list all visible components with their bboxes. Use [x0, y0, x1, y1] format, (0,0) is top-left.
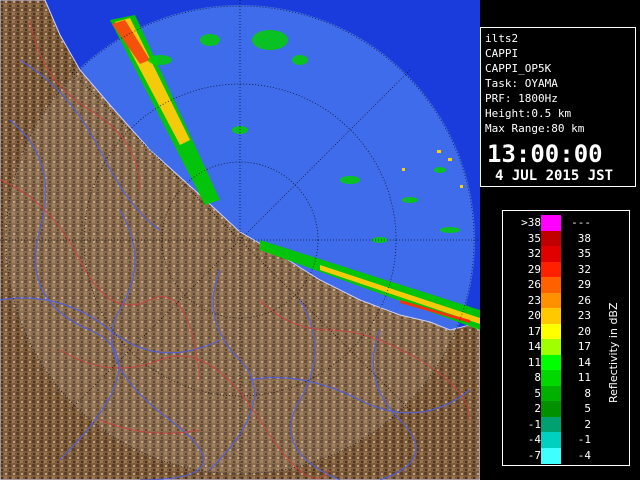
station-name: ilts2: [485, 32, 519, 45]
legend-high-value: 29: [577, 278, 591, 291]
legend-high-value: 14: [577, 355, 591, 369]
legend-row: 20 23: [503, 308, 603, 324]
product-type: CAPPI: [485, 47, 519, 60]
legend-row: 58: [503, 385, 603, 402]
legend-color-swatch: [541, 385, 561, 402]
legend-color-swatch: [541, 447, 561, 464]
legend-row: -1 2: [503, 416, 603, 433]
legend-high-value: 26: [577, 293, 591, 307]
legend-row: 23 26: [503, 292, 603, 309]
radar-info-panel: ilts2 CAPPI CAPPI_OP5K Task: OYAMA PRF: …: [480, 27, 636, 187]
legend-color-swatch: [541, 230, 561, 247]
legend-color-swatch: [541, 416, 561, 433]
legend-high-value: 23: [577, 309, 591, 322]
legend-row: -7 -4: [503, 447, 603, 464]
legend-high-value: 2: [584, 417, 591, 431]
legend-high-value: 38: [577, 231, 591, 245]
legend-high-value: -1: [577, 433, 591, 446]
legend-low-value: 17: [527, 324, 541, 338]
legend-low-value: >38: [521, 216, 541, 229]
height-value: Height:0.5 km: [485, 107, 572, 120]
legend-row: 26 29: [503, 277, 603, 293]
legend-high-value: 11: [577, 371, 591, 384]
max-range-value: Max Range:80 km: [485, 122, 585, 135]
legend-color-swatch: [541, 401, 561, 417]
legend-color-swatch: [541, 277, 561, 293]
legend-color-swatch: [541, 432, 561, 448]
observation-date: 4 JUL 2015 JST: [495, 168, 614, 184]
legend-high-value: 17: [577, 340, 591, 353]
legend-high-value: ---: [571, 216, 591, 229]
legend-title: Reflectivity in dBZ: [607, 302, 620, 403]
legend-low-value: -4: [527, 433, 541, 446]
legend-row: 11 14: [503, 354, 603, 371]
legend-color-swatch: [541, 354, 561, 371]
legend-low-value: 8: [534, 371, 541, 384]
legend-color-swatch: [541, 215, 561, 231]
legend-row: 14 17: [503, 339, 603, 355]
legend-high-value: 5: [584, 402, 591, 415]
legend-row: 17 20: [503, 323, 603, 340]
product-id: CAPPI_OP5K: [485, 62, 552, 75]
legend-row: 8 11: [503, 370, 603, 386]
legend-row: 32 35: [503, 246, 603, 262]
legend-color-swatch: [541, 308, 561, 324]
legend-low-value: -1: [527, 417, 541, 431]
legend-row: 35 38: [503, 230, 603, 247]
legend-row: >38 ---: [503, 215, 603, 231]
legend-high-value: 35: [577, 247, 591, 260]
legend-low-value: 5: [534, 386, 541, 400]
legend-row: -4 -1: [503, 432, 603, 448]
legend-low-value: 35: [527, 231, 541, 245]
legend-color-swatch: [541, 261, 561, 278]
legend-low-value: -7: [527, 448, 541, 462]
legend-high-value: -4: [577, 448, 591, 462]
legend-row: 29 32: [503, 261, 603, 278]
legend-color-swatch: [541, 370, 561, 386]
observation-time: 13:00:00: [487, 140, 603, 168]
reflectivity-legend: >38 --- 35 38 32 35 29 32 26 29 23 26 20 23 17 20 14 17 11…: [502, 210, 630, 466]
legend-low-value: 29: [527, 262, 541, 276]
legend-low-value: 20: [527, 309, 541, 322]
legend-color-swatch: [541, 292, 561, 309]
legend-low-value: 26: [527, 278, 541, 291]
legend-color-swatch: [541, 339, 561, 355]
legend-low-value: 14: [527, 340, 541, 353]
legend-color-swatch: [541, 246, 561, 262]
legend-low-value: 2: [534, 402, 541, 415]
task-name: Task: OYAMA: [485, 77, 558, 90]
legend-high-value: 8: [584, 386, 591, 400]
legend-low-value: 11: [527, 355, 541, 369]
legend-high-value: 20: [577, 324, 591, 338]
prf-value: PRF: 1800Hz: [485, 92, 558, 105]
legend-color-swatch: [541, 323, 561, 340]
legend-low-value: 23: [527, 293, 541, 307]
legend-row: 25: [503, 401, 603, 417]
legend-low-value: 32: [527, 247, 541, 260]
legend-high-value: 32: [577, 262, 591, 276]
